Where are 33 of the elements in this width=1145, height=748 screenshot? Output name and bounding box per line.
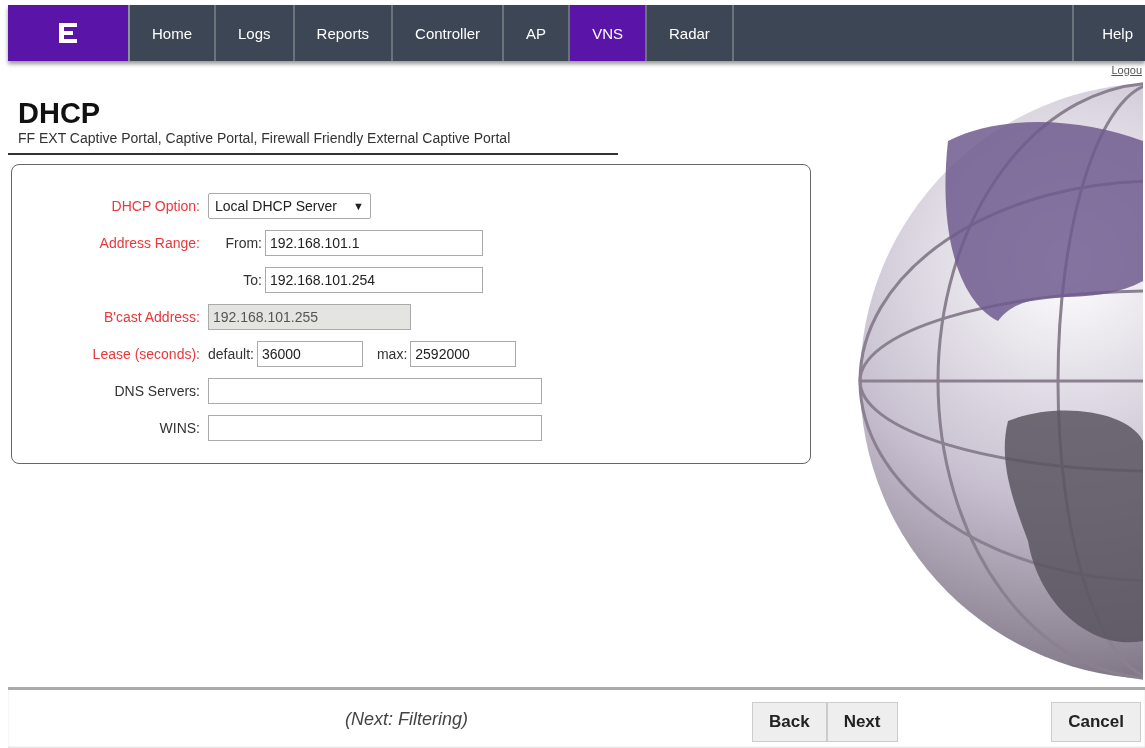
field-label: B'cast Address: xyxy=(103,308,200,325)
field-label: WINS: xyxy=(159,419,200,436)
logo-icon xyxy=(59,23,77,43)
field-label: From: xyxy=(224,234,263,251)
nav-tab[interactable]: Reports xyxy=(294,5,394,61)
input-field[interactable]: 192.168.101.1 xyxy=(265,229,483,256)
field-label: To: xyxy=(242,271,263,288)
logout-link[interactable]: Logou xyxy=(1111,64,1142,79)
nav-tab[interactable]: Radar xyxy=(646,5,734,61)
nav-tab[interactable]: VNS xyxy=(570,5,647,61)
input-field[interactable]: 36000 xyxy=(256,340,363,367)
input-field[interactable] xyxy=(208,377,542,404)
next-step-hint: (Next: Filtering) xyxy=(345,708,470,730)
nav-tab[interactable]: Home xyxy=(130,5,216,61)
field-label: default: xyxy=(208,345,255,362)
field-label: max: xyxy=(376,345,409,362)
input-field[interactable] xyxy=(208,414,542,441)
page-subtitle: FF EXT Captive Portal, Captive Portal, Firewall Friendly External Captive Portal xyxy=(18,130,512,147)
field-label: Lease (seconds): xyxy=(92,345,200,362)
wizard-button[interactable]: Back xyxy=(752,702,827,742)
nav-tab[interactable]: Controller xyxy=(393,5,505,61)
page-title: DHCP xyxy=(18,97,102,130)
field-label: Address Range: xyxy=(99,234,200,251)
input-field[interactable]: 2592000 xyxy=(410,340,517,367)
field-label: DHCP Option: xyxy=(111,197,200,214)
nav-tab[interactable]: Logs xyxy=(216,5,295,61)
cancel-button[interactable]: Cancel xyxy=(1051,702,1141,742)
input-field[interactable]: 192.168.101.254 xyxy=(265,266,483,293)
wizard-button[interactable]: Next xyxy=(826,702,898,742)
field-label: DNS Servers: xyxy=(114,382,200,399)
help-tab[interactable]: Help xyxy=(1074,5,1145,61)
dhcp-option-dropdown[interactable]: Local DHCP Server ▼ xyxy=(208,192,371,219)
logo-cell[interactable] xyxy=(8,5,130,61)
